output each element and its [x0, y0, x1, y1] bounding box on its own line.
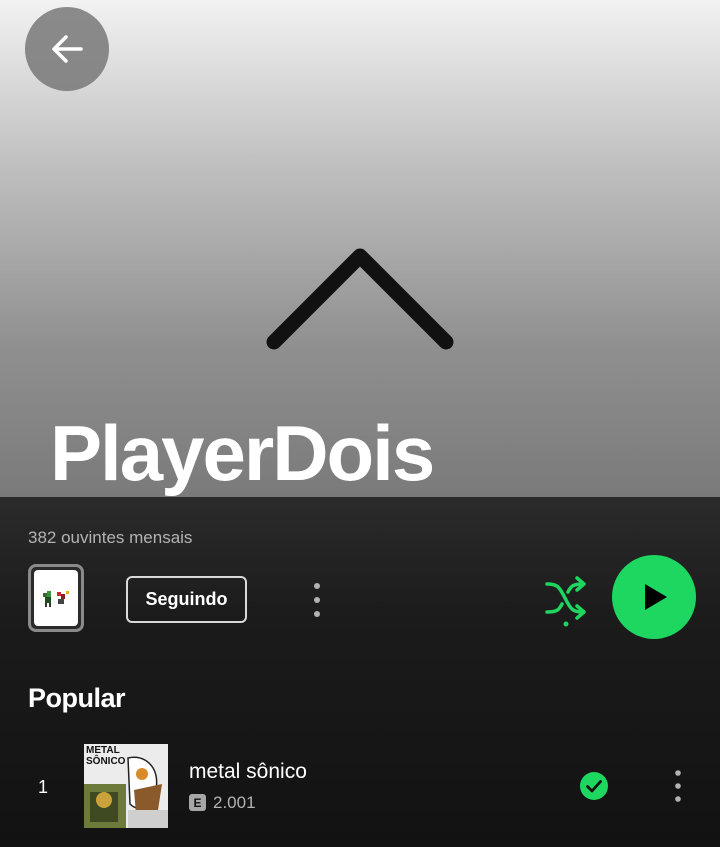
explicit-badge: E: [189, 794, 206, 811]
artist-header: PlayerDois: [0, 0, 720, 497]
artist-name: PlayerDois: [50, 409, 435, 497]
play-button[interactable]: [612, 555, 696, 639]
track-row[interactable]: 1 METAL SÔNICO metal sônico E 2.001: [0, 744, 720, 834]
track-rank: 1: [38, 777, 49, 797]
play-icon: [645, 584, 667, 610]
more-options-icon[interactable]: [305, 581, 329, 619]
track-title: metal sônico: [189, 760, 307, 783]
thumbnail-image: [34, 570, 78, 626]
check-circle-icon[interactable]: [579, 771, 609, 801]
pixel-art-icon: [43, 591, 69, 607]
more-vertical-icon[interactable]: [668, 768, 688, 804]
back-button[interactable]: [25, 7, 109, 91]
chevron-up-icon[interactable]: [262, 244, 458, 356]
monthly-listeners: 382 ouvintes mensais: [28, 528, 193, 547]
popular-section-title: Popular: [28, 683, 126, 713]
artist-content: 382 ouvintes mensais Seguindo Popular 1 …: [0, 497, 720, 847]
shuffle-icon[interactable]: [543, 576, 589, 628]
track-cover-art: METAL SÔNICO: [84, 744, 168, 828]
cover-art-text: METAL SÔNICO: [86, 745, 126, 767]
arrow-left-icon: [52, 35, 83, 63]
following-button[interactable]: Seguindo: [126, 576, 247, 623]
artist-release-thumbnail[interactable]: [28, 564, 84, 632]
track-play-count: 2.001: [213, 793, 256, 812]
